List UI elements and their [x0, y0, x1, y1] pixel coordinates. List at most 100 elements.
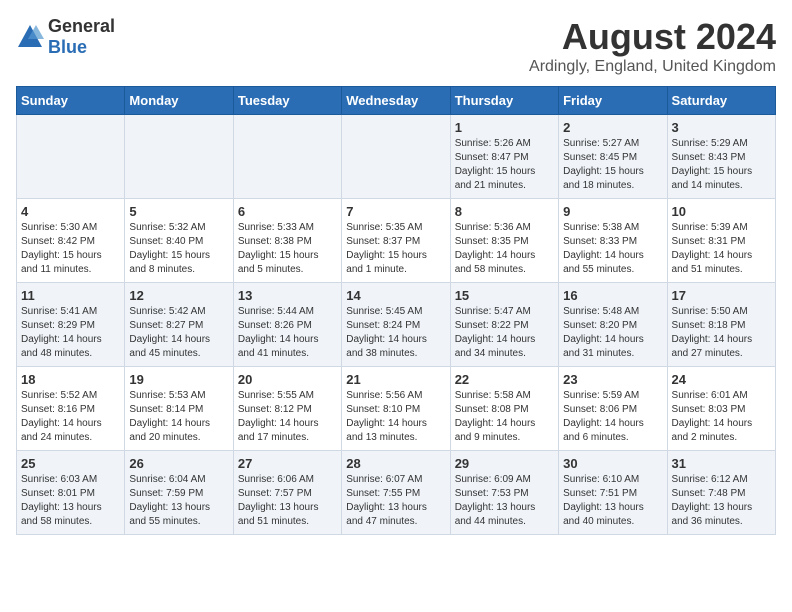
sunrise-text: Sunrise: 6:03 AM	[21, 473, 120, 487]
weekday-header-monday: Monday	[125, 87, 233, 115]
sunrise-text: Sunrise: 6:06 AM	[238, 473, 337, 487]
calendar-cell: 17 Sunrise: 5:50 AM Sunset: 8:18 PM Dayl…	[667, 283, 775, 367]
daylight-text: Daylight: 14 hours and 2 minutes.	[672, 417, 771, 445]
day-number: 29	[455, 456, 554, 471]
calendar-cell: 22 Sunrise: 5:58 AM Sunset: 8:08 PM Dayl…	[450, 367, 558, 451]
daylight-text: Daylight: 15 hours and 5 minutes.	[238, 249, 337, 277]
sunrise-text: Sunrise: 5:48 AM	[563, 305, 662, 319]
weekday-header-thursday: Thursday	[450, 87, 558, 115]
day-number: 23	[563, 372, 662, 387]
sunrise-text: Sunrise: 5:30 AM	[21, 221, 120, 235]
day-number: 18	[21, 372, 120, 387]
calendar-cell	[17, 115, 125, 199]
daylight-text: Daylight: 13 hours and 55 minutes.	[129, 501, 228, 529]
daylight-text: Daylight: 14 hours and 45 minutes.	[129, 333, 228, 361]
day-number: 15	[455, 288, 554, 303]
day-number: 8	[455, 204, 554, 219]
week-row-3: 11 Sunrise: 5:41 AM Sunset: 8:29 PM Dayl…	[17, 283, 776, 367]
logo-general: General	[48, 16, 115, 36]
sunrise-text: Sunrise: 5:50 AM	[672, 305, 771, 319]
daylight-text: Daylight: 14 hours and 31 minutes.	[563, 333, 662, 361]
sunset-text: Sunset: 8:18 PM	[672, 319, 771, 333]
day-number: 3	[672, 120, 771, 135]
sunset-text: Sunset: 8:45 PM	[563, 151, 662, 165]
day-number: 31	[672, 456, 771, 471]
sunset-text: Sunset: 8:22 PM	[455, 319, 554, 333]
daylight-text: Daylight: 15 hours and 1 minute.	[346, 249, 445, 277]
day-number: 10	[672, 204, 771, 219]
sunset-text: Sunset: 8:31 PM	[672, 235, 771, 249]
sunset-text: Sunset: 8:03 PM	[672, 403, 771, 417]
week-row-5: 25 Sunrise: 6:03 AM Sunset: 8:01 PM Dayl…	[17, 451, 776, 535]
daylight-text: Daylight: 14 hours and 20 minutes.	[129, 417, 228, 445]
calendar-cell: 23 Sunrise: 5:59 AM Sunset: 8:06 PM Dayl…	[559, 367, 667, 451]
sunset-text: Sunset: 8:16 PM	[21, 403, 120, 417]
daylight-text: Daylight: 14 hours and 9 minutes.	[455, 417, 554, 445]
calendar-cell: 5 Sunrise: 5:32 AM Sunset: 8:40 PM Dayli…	[125, 199, 233, 283]
daylight-text: Daylight: 13 hours and 51 minutes.	[238, 501, 337, 529]
title-area: August 2024 Ardingly, England, United Ki…	[529, 16, 776, 76]
calendar-cell: 13 Sunrise: 5:44 AM Sunset: 8:26 PM Dayl…	[233, 283, 341, 367]
calendar-cell: 15 Sunrise: 5:47 AM Sunset: 8:22 PM Dayl…	[450, 283, 558, 367]
daylight-text: Daylight: 13 hours and 40 minutes.	[563, 501, 662, 529]
daylight-text: Daylight: 13 hours and 47 minutes.	[346, 501, 445, 529]
sunset-text: Sunset: 8:37 PM	[346, 235, 445, 249]
calendar-cell: 18 Sunrise: 5:52 AM Sunset: 8:16 PM Dayl…	[17, 367, 125, 451]
day-number: 17	[672, 288, 771, 303]
sunrise-text: Sunrise: 5:42 AM	[129, 305, 228, 319]
header: General Blue August 2024 Ardingly, Engla…	[16, 16, 776, 76]
sunset-text: Sunset: 8:29 PM	[21, 319, 120, 333]
sunset-text: Sunset: 8:43 PM	[672, 151, 771, 165]
day-number: 5	[129, 204, 228, 219]
daylight-text: Daylight: 14 hours and 6 minutes.	[563, 417, 662, 445]
day-number: 14	[346, 288, 445, 303]
daylight-text: Daylight: 15 hours and 14 minutes.	[672, 165, 771, 193]
sunrise-text: Sunrise: 5:27 AM	[563, 137, 662, 151]
sunset-text: Sunset: 8:08 PM	[455, 403, 554, 417]
day-number: 12	[129, 288, 228, 303]
calendar-cell: 14 Sunrise: 5:45 AM Sunset: 8:24 PM Dayl…	[342, 283, 450, 367]
day-number: 6	[238, 204, 337, 219]
calendar-cell: 25 Sunrise: 6:03 AM Sunset: 8:01 PM Dayl…	[17, 451, 125, 535]
sunset-text: Sunset: 7:59 PM	[129, 487, 228, 501]
sunset-text: Sunset: 8:40 PM	[129, 235, 228, 249]
sunrise-text: Sunrise: 5:45 AM	[346, 305, 445, 319]
calendar-cell: 16 Sunrise: 5:48 AM Sunset: 8:20 PM Dayl…	[559, 283, 667, 367]
week-row-2: 4 Sunrise: 5:30 AM Sunset: 8:42 PM Dayli…	[17, 199, 776, 283]
daylight-text: Daylight: 14 hours and 34 minutes.	[455, 333, 554, 361]
logo-icon	[16, 23, 44, 51]
logo-text: General Blue	[48, 16, 115, 58]
calendar-cell: 3 Sunrise: 5:29 AM Sunset: 8:43 PM Dayli…	[667, 115, 775, 199]
calendar-cell: 21 Sunrise: 5:56 AM Sunset: 8:10 PM Dayl…	[342, 367, 450, 451]
sunrise-text: Sunrise: 5:53 AM	[129, 389, 228, 403]
daylight-text: Daylight: 14 hours and 13 minutes.	[346, 417, 445, 445]
sunset-text: Sunset: 8:14 PM	[129, 403, 228, 417]
calendar-cell	[342, 115, 450, 199]
sunrise-text: Sunrise: 6:10 AM	[563, 473, 662, 487]
day-number: 2	[563, 120, 662, 135]
calendar-cell	[125, 115, 233, 199]
sunrise-text: Sunrise: 5:56 AM	[346, 389, 445, 403]
sunset-text: Sunset: 8:12 PM	[238, 403, 337, 417]
day-number: 20	[238, 372, 337, 387]
calendar-cell: 28 Sunrise: 6:07 AM Sunset: 7:55 PM Dayl…	[342, 451, 450, 535]
day-number: 21	[346, 372, 445, 387]
daylight-text: Daylight: 14 hours and 38 minutes.	[346, 333, 445, 361]
sunrise-text: Sunrise: 5:44 AM	[238, 305, 337, 319]
calendar-cell: 30 Sunrise: 6:10 AM Sunset: 7:51 PM Dayl…	[559, 451, 667, 535]
sunrise-text: Sunrise: 6:04 AM	[129, 473, 228, 487]
daylight-text: Daylight: 13 hours and 36 minutes.	[672, 501, 771, 529]
calendar-cell: 19 Sunrise: 5:53 AM Sunset: 8:14 PM Dayl…	[125, 367, 233, 451]
sunset-text: Sunset: 7:48 PM	[672, 487, 771, 501]
sunrise-text: Sunrise: 5:55 AM	[238, 389, 337, 403]
sunset-text: Sunset: 8:10 PM	[346, 403, 445, 417]
sunset-text: Sunset: 7:51 PM	[563, 487, 662, 501]
sunset-text: Sunset: 7:55 PM	[346, 487, 445, 501]
sunrise-text: Sunrise: 5:39 AM	[672, 221, 771, 235]
day-number: 22	[455, 372, 554, 387]
weekday-header-friday: Friday	[559, 87, 667, 115]
day-number: 26	[129, 456, 228, 471]
daylight-text: Daylight: 13 hours and 58 minutes.	[21, 501, 120, 529]
day-number: 7	[346, 204, 445, 219]
daylight-text: Daylight: 14 hours and 51 minutes.	[672, 249, 771, 277]
